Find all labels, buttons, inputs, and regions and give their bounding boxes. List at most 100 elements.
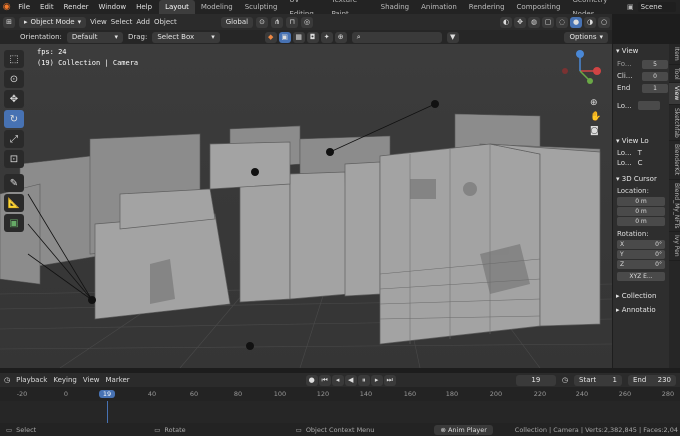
pause-icon[interactable]: ⏸ xyxy=(357,374,370,386)
marker-menu[interactable]: Marker xyxy=(105,376,129,384)
tab-layout[interactable]: Layout xyxy=(159,0,195,14)
timeline-editor-icon[interactable]: ◷ xyxy=(4,376,10,384)
filter-mesh-icon[interactable]: ▦ xyxy=(292,31,305,43)
play-reverse-icon[interactable]: ◀ xyxy=(344,374,357,386)
clip-start-field[interactable]: 0 xyxy=(642,72,668,81)
transform-orientation-dropdown[interactable]: Global xyxy=(220,16,254,28)
prev-key-icon[interactable]: ◂ xyxy=(331,374,344,386)
menu-select[interactable]: Select xyxy=(111,18,133,26)
annotations-section[interactable]: ▸ Annotatio xyxy=(613,303,669,317)
pivot-icon[interactable]: ⊙ xyxy=(256,16,269,28)
add-cube-icon[interactable]: ▣ xyxy=(4,214,24,232)
local-camera-field[interactable] xyxy=(637,101,660,110)
tab-modeling[interactable]: Modeling xyxy=(195,0,239,14)
pan-hand-icon[interactable]: ✋ xyxy=(590,112,601,122)
sidebar-tab-ivy-pen[interactable]: Ivy Pen xyxy=(669,232,680,261)
cursor-rotation-x[interactable]: X 0° xyxy=(617,240,665,249)
menu-file[interactable]: File xyxy=(13,3,35,11)
menu-render[interactable]: Render xyxy=(59,3,94,11)
filter-camera-icon[interactable]: ◘ xyxy=(306,31,319,43)
tab-compositing[interactable]: Compositing xyxy=(511,0,567,14)
rendered-shading-icon[interactable]: ○ xyxy=(598,16,610,28)
cursor-icon[interactable]: ⊙ xyxy=(4,70,24,88)
current-frame-field[interactable]: 19 xyxy=(515,374,556,386)
tab-shading[interactable]: Shading xyxy=(375,0,415,14)
filter-empty-icon[interactable]: ⊕ xyxy=(334,31,347,43)
blender-logo-icon[interactable]: ◉ xyxy=(0,2,13,12)
filter-color-icon[interactable]: ◆ xyxy=(264,31,277,43)
view-lock-header[interactable]: ▾ View Lo xyxy=(613,134,669,148)
filter-icon[interactable]: ▼ xyxy=(446,31,459,43)
wireframe-shading-icon[interactable]: ◌ xyxy=(556,16,568,28)
menu-view[interactable]: View xyxy=(90,18,107,26)
record-icon[interactable]: ● xyxy=(305,374,318,386)
lock-object-value[interactable]: T xyxy=(638,149,642,157)
cursor-location-z[interactable]: 0 m xyxy=(617,217,665,226)
cursor-location-y[interactable]: 0 m xyxy=(617,207,665,216)
menu-window[interactable]: Window xyxy=(94,3,132,11)
timeline-ruler[interactable]: -20 0 19 40 60 80 100 120 140 160 180 200 220 240 260 2… xyxy=(0,387,680,401)
sidebar-tab-blenderkit[interactable]: BlenderKit xyxy=(669,141,680,180)
sidebar-tab-sketchfab[interactable]: Sketchfab xyxy=(669,105,680,142)
drag-dropdown[interactable]: Select Box ▾ xyxy=(152,31,220,43)
cursor-rotation-z[interactable]: Z 0° xyxy=(617,260,665,269)
keying-menu[interactable]: Keying xyxy=(53,376,77,384)
menu-help[interactable]: Help xyxy=(131,3,157,11)
overlay-icon[interactable]: ◍ xyxy=(528,16,540,28)
scale-icon[interactable]: ⤢ xyxy=(4,130,24,148)
cursor-rotation-y[interactable]: Y 0° xyxy=(617,250,665,259)
scene-name[interactable]: Scene xyxy=(637,2,676,12)
xray-icon[interactable]: ▢ xyxy=(542,16,554,28)
move-icon[interactable]: ✥ xyxy=(4,90,24,108)
sidebar-tab-view[interactable]: View xyxy=(669,83,680,105)
cursor-location-x[interactable]: 0 m xyxy=(617,197,665,206)
focal-field[interactable]: 5 xyxy=(642,60,668,69)
anim-player-badge[interactable]: ⊗ Anim Player xyxy=(434,424,493,435)
timeline-track[interactable] xyxy=(0,401,680,423)
transform-icon[interactable]: ⊡ xyxy=(4,150,24,168)
playhead[interactable] xyxy=(107,401,108,423)
collection-section[interactable]: ▸ Collection xyxy=(613,289,669,303)
jump-start-icon[interactable]: ⏮ xyxy=(318,374,331,386)
clip-end-field[interactable]: 1 xyxy=(642,84,668,93)
filter-light-icon[interactable]: ✦ xyxy=(320,31,333,43)
playback-menu[interactable]: Playback xyxy=(16,376,47,384)
jump-end-icon[interactable]: ⏭ xyxy=(383,374,396,386)
3d-viewport[interactable]: fps: 24 (19) Collection | Camera ⊕ ✋ ◙ xyxy=(0,44,612,368)
mode-dropdown[interactable]: ▸ Object Mode ▾ xyxy=(19,16,87,28)
measure-icon[interactable]: 📐 xyxy=(4,194,24,212)
rotation-mode-dropdown[interactable]: XYZ E... xyxy=(617,272,665,281)
snap-icon[interactable]: ⋔ xyxy=(271,16,284,28)
tab-animation[interactable]: Animation xyxy=(415,0,463,14)
visibility-icon[interactable]: ◐ xyxy=(500,16,512,28)
proportional-icon[interactable]: ◎ xyxy=(301,16,314,28)
orientation-dropdown[interactable]: Default ▾ xyxy=(66,31,123,43)
filter-object-icon[interactable]: ▣ xyxy=(278,31,291,43)
magnet-icon[interactable]: ⊓ xyxy=(286,16,299,28)
menu-add[interactable]: Add xyxy=(136,18,150,26)
start-frame-field[interactable]: Start 1 xyxy=(574,374,622,386)
solid-shading-icon[interactable]: ● xyxy=(570,16,582,28)
lock-cursor-value[interactable]: C xyxy=(638,159,643,167)
select-box-icon[interactable]: ⬚ xyxy=(4,50,24,68)
options-dropdown[interactable]: Options ▾ xyxy=(564,31,608,43)
zoom-icon[interactable]: ⊕ xyxy=(590,98,601,108)
viewport-search-input[interactable]: ⌕ xyxy=(351,31,442,43)
sidebar-tab-item[interactable]: Item xyxy=(669,44,680,65)
gizmo-icon[interactable]: ✥ xyxy=(514,16,526,28)
rotate-icon[interactable]: ↻ xyxy=(4,110,24,128)
editor-type-icon[interactable]: ⊞ xyxy=(3,16,15,28)
next-key-icon[interactable]: ▸ xyxy=(370,374,383,386)
tab-sculpting[interactable]: Sculpting xyxy=(239,0,284,14)
menu-edit[interactable]: Edit xyxy=(35,3,59,11)
sidebar-tab-tool[interactable]: Tool xyxy=(669,65,680,84)
3d-cursor-header[interactable]: ▾ 3D Cursor xyxy=(613,172,669,186)
material-shading-icon[interactable]: ◑ xyxy=(584,16,596,28)
tab-rendering[interactable]: Rendering xyxy=(463,0,511,14)
menu-object[interactable]: Object xyxy=(154,18,177,26)
view-section-header[interactable]: ▾ View xyxy=(613,44,669,58)
end-frame-field[interactable]: End 230 xyxy=(628,374,676,386)
camera-view-icon[interactable]: ◙ xyxy=(590,126,601,136)
sidebar-tab-blend-my-nfts[interactable]: Blend_My_NFTs xyxy=(669,180,680,233)
annotate-icon[interactable]: ✎ xyxy=(4,174,24,192)
